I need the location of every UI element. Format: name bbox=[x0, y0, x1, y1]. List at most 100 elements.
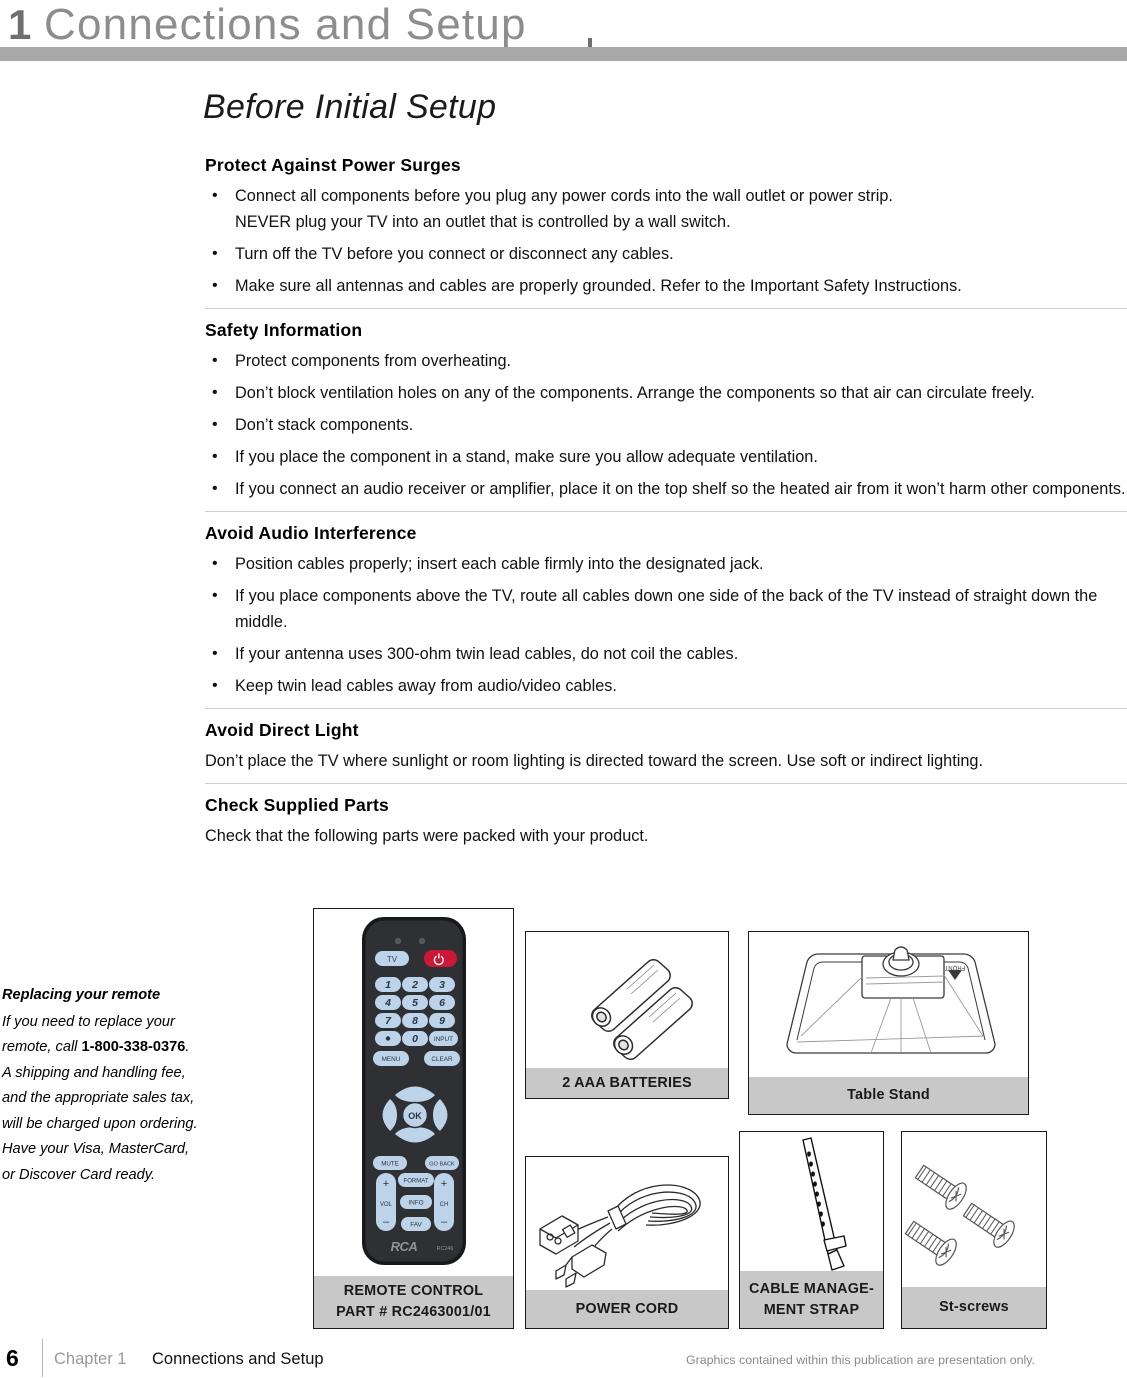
section-heading: Check Supplied Parts bbox=[205, 795, 389, 815]
svg-text:CH: CH bbox=[440, 1202, 449, 1208]
list-item-text: Make sure all antennas and cables are pr… bbox=[235, 277, 962, 295]
section-heading: Avoid Direct Light bbox=[205, 720, 359, 740]
svg-text:5: 5 bbox=[412, 997, 418, 1009]
table-stand-illustration: FRONT bbox=[749, 932, 1028, 1079]
part-caption-remote-control: REMOTE CONTROL PART # RC2463001/01 bbox=[314, 1276, 513, 1328]
section-heading: Avoid Audio Interference bbox=[205, 523, 417, 543]
page-title: Before Initial Setup bbox=[203, 88, 497, 126]
list-item-subline: NEVER plug your TV into an outlet that i… bbox=[235, 213, 731, 231]
list-item: • Keep twin lead cables away from audio/v… bbox=[205, 673, 1127, 699]
manual-page: 1 Connections and Setup Before Initial S… bbox=[0, 0, 1127, 1378]
bullet-dot-icon: • bbox=[212, 645, 218, 662]
remote-control-illustration: TV 1 2 3 4 5 6 7 8 9 0 INPUT MENU CLEAR … bbox=[314, 909, 513, 1275]
footer-divider bbox=[42, 1339, 44, 1377]
chapter-number: 1 bbox=[8, 1, 32, 48]
caption-line-1: CABLE MANAGE- bbox=[749, 1280, 874, 1297]
sidenote-title: Replacing your remote bbox=[2, 987, 161, 1003]
svg-text:VOL: VOL bbox=[380, 1202, 393, 1208]
list-item-text: Connect all components before you plug a… bbox=[235, 187, 893, 205]
svg-text:–: – bbox=[441, 1216, 448, 1228]
svg-text:FAV: FAV bbox=[410, 1222, 422, 1229]
part-box-table-stand: FRONT Table Stand bbox=[748, 931, 1029, 1115]
part-caption-screws: St-screws bbox=[902, 1287, 1046, 1328]
section-protect-against-power-surges: Protect Against Power Surges • Connect a… bbox=[205, 155, 1127, 299]
bullet-dot-icon: • bbox=[212, 448, 218, 465]
batteries-svg bbox=[591, 959, 693, 1060]
section-divider bbox=[205, 511, 1127, 512]
header-gray-bar bbox=[0, 47, 1127, 61]
footer-chapter-name: Connections and Setup bbox=[152, 1350, 324, 1368]
section-avoid-direct-light: Avoid Direct Light Don’t place the TV wh… bbox=[205, 720, 1127, 774]
svg-text:+: + bbox=[383, 1178, 389, 1190]
svg-text:4: 4 bbox=[384, 997, 391, 1009]
part-caption-power-cord: POWER CORD bbox=[526, 1290, 728, 1328]
caption-part-prefix: PART # bbox=[336, 1304, 392, 1320]
bullet-list: • Connect all components before you plug… bbox=[205, 183, 1127, 299]
part-caption-cable-strap: CABLE MANAGE- MENT STRAP bbox=[740, 1271, 883, 1328]
batteries-illustration bbox=[526, 932, 728, 1069]
part-box-screws: St-screws bbox=[901, 1131, 1047, 1329]
svg-text:INFO: INFO bbox=[408, 1200, 423, 1207]
list-item: • If you place components above the TV, r… bbox=[205, 583, 1127, 635]
part-caption-batteries: 2 AAA BATTERIES bbox=[526, 1068, 728, 1098]
list-item: • Turn off the TV before you connect or … bbox=[205, 241, 1127, 267]
svg-text:2: 2 bbox=[411, 979, 418, 991]
caption-line-1: Table Stand bbox=[847, 1087, 930, 1103]
footer-chapter-label: Chapter 1 bbox=[54, 1350, 127, 1368]
section-divider bbox=[205, 708, 1127, 709]
list-item: • Don’t stack components. bbox=[205, 412, 1127, 438]
part-box-remote-control: TV 1 2 3 4 5 6 7 8 9 0 INPUT MENU CLEAR … bbox=[313, 908, 514, 1329]
caption-line-1: POWER CORD bbox=[575, 1300, 679, 1317]
section-avoid-audio-interference: Avoid Audio Interference • Position cable… bbox=[205, 523, 1127, 699]
main-content: Protect Against Power Surges • Connect a… bbox=[205, 155, 1127, 849]
svg-text:RCA: RCA bbox=[391, 1239, 418, 1254]
svg-text:MUTE: MUTE bbox=[381, 1161, 399, 1168]
svg-text:INPUT: INPUT bbox=[434, 1036, 453, 1043]
bullet-dot-icon: • bbox=[212, 587, 218, 604]
bullet-list: • Position cables properly; insert each c… bbox=[205, 551, 1127, 699]
sidenote-phone: 1-800-338-0376 bbox=[81, 1039, 186, 1055]
section-divider bbox=[205, 308, 1127, 309]
svg-text:OK: OK bbox=[408, 1111, 422, 1121]
caption-line-1: REMOTE CONTROL bbox=[343, 1283, 484, 1299]
list-item-text: Keep twin lead cables away from audio/vi… bbox=[235, 677, 617, 695]
list-item: • Make sure all antennas and cables are … bbox=[205, 273, 1127, 299]
bullet-list: • Protect components from overheating. • D… bbox=[205, 348, 1127, 502]
bullet-dot-icon: • bbox=[212, 480, 218, 497]
bullet-dot-icon: • bbox=[212, 245, 218, 262]
section-paragraph: Check that the following parts were pack… bbox=[205, 827, 649, 845]
svg-text:MENU: MENU bbox=[382, 1056, 401, 1063]
power-cord-illustration bbox=[526, 1157, 728, 1292]
list-item-text: If you connect an audio receiver or ampl… bbox=[235, 480, 1126, 498]
list-item-text: Don’t block ventilation holes on any of … bbox=[235, 384, 1035, 402]
part-caption-table-stand: Table Stand bbox=[749, 1077, 1028, 1114]
list-item: • If you place the component in a stand, … bbox=[205, 444, 1127, 470]
power-cord-svg bbox=[539, 1184, 701, 1288]
screws-illustration bbox=[902, 1132, 1046, 1284]
cable-strap-svg bbox=[802, 1137, 847, 1271]
list-item-text: Position cables properly; insert each ca… bbox=[235, 555, 764, 573]
list-item-text: Protect components from overheating. bbox=[235, 352, 512, 370]
svg-text:8: 8 bbox=[412, 1015, 418, 1027]
footer-notice: Graphics contained within this publicati… bbox=[686, 1353, 1035, 1367]
bullet-dot-icon: • bbox=[212, 277, 218, 294]
page-number: 6 bbox=[6, 1345, 19, 1371]
front-label: FRONT bbox=[944, 964, 965, 970]
screws-svg bbox=[904, 1164, 1015, 1266]
svg-text:CLEAR: CLEAR bbox=[431, 1056, 453, 1063]
list-item: • Don’t block ventilation holes on any of… bbox=[205, 380, 1127, 406]
remote-svg: TV 1 2 3 4 5 6 7 8 9 0 INPUT MENU CLEAR … bbox=[362, 917, 466, 1265]
list-item: • Connect all components before you plug… bbox=[205, 183, 1127, 235]
list-item-text: If you place components above the TV, ro… bbox=[235, 587, 1098, 631]
bullet-dot-icon: • bbox=[212, 352, 218, 369]
part-box-power-cord: POWER CORD bbox=[525, 1156, 729, 1329]
part-box-cable-management-strap: CABLE MANAGE- MENT STRAP bbox=[739, 1131, 884, 1329]
caption-line-2: PART # RC2463001/01 bbox=[336, 1302, 491, 1323]
section-paragraph: Don’t place the TV where sunlight or roo… bbox=[205, 752, 983, 770]
svg-text:3: 3 bbox=[439, 979, 445, 991]
section-heading: Protect Against Power Surges bbox=[205, 155, 461, 175]
svg-text:GO BACK: GO BACK bbox=[429, 1162, 455, 1168]
bullet-dot-icon: • bbox=[212, 677, 218, 694]
sidenote-text-after: . A shipping and handling fee, and the a… bbox=[2, 1039, 198, 1183]
part-box-batteries: 2 AAA BATTERIES bbox=[525, 931, 729, 1099]
